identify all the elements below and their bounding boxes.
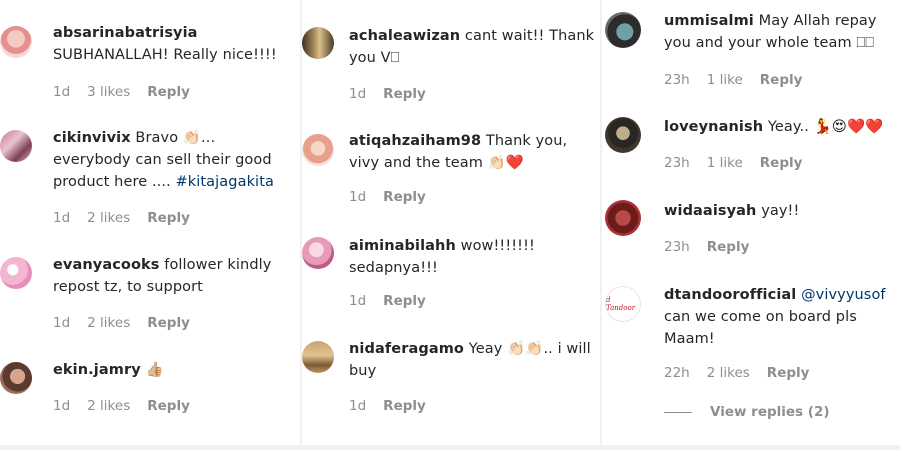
comment-username[interactable]: atiqahzaiham98 <box>349 133 481 149</box>
comment-likes[interactable]: 2 likes <box>87 315 130 331</box>
avatar[interactable] <box>605 12 641 48</box>
comment-likes[interactable]: 2 likes <box>707 365 750 381</box>
comment-meta: 22h 2 likes Reply <box>664 365 826 381</box>
avatar[interactable] <box>302 341 334 373</box>
reply-button[interactable]: Reply <box>147 398 190 414</box>
divider-line <box>664 411 692 413</box>
avatar[interactable] <box>302 27 334 59</box>
reply-button[interactable]: Reply <box>147 315 190 331</box>
view-replies-button[interactable]: View replies (2) <box>664 404 830 420</box>
comment-text: atiqahzaiham98 Thank you, vivy and the t… <box>349 130 598 174</box>
comment-age: 22h <box>664 365 690 381</box>
comment-likes[interactable]: 3 likes <box>87 84 130 100</box>
avatar[interactable] <box>605 117 641 153</box>
comment-text: absarinabatrisyia SUBHANALLAH! Really ni… <box>53 22 298 66</box>
reply-button[interactable]: Reply <box>383 398 426 414</box>
comment-meta: 23h 1 like Reply <box>664 155 819 171</box>
comment-text: achaleawizan cant wait!! Thank you V⎕ <box>349 25 598 69</box>
reply-button[interactable]: Reply <box>767 365 810 381</box>
comment-meta: 1d 2 likes Reply <box>53 315 207 331</box>
comment-meta: 1d 2 likes Reply <box>53 210 207 226</box>
avatar[interactable] <box>0 130 32 162</box>
comment-username[interactable]: dtandoorofficial <box>664 287 796 303</box>
reply-button[interactable]: Reply <box>760 72 803 88</box>
comment-text: dtandoorofficial @vivyyusof can we come … <box>664 284 898 350</box>
comment-age: 23h <box>664 239 690 255</box>
comment-meta: 1d Reply <box>349 293 443 309</box>
comment-age: 1d <box>349 293 367 309</box>
view-replies-label[interactable]: View replies (2) <box>710 404 830 420</box>
comment-body: can we come on board pls Maam! <box>664 309 857 347</box>
comment-username[interactable]: widaaisyah <box>664 203 756 219</box>
comment-username[interactable]: aiminabilahh <box>349 238 456 254</box>
avatar[interactable] <box>0 362 32 394</box>
comment-age: 23h <box>664 155 690 171</box>
avatar[interactable] <box>302 237 334 269</box>
avatar[interactable] <box>605 200 641 236</box>
hashtag-link[interactable]: #kitajagakita <box>176 174 274 190</box>
comment-body: SUBHANALLAH! Really nice!!!! <box>53 47 277 63</box>
comment-username[interactable]: evanyacooks <box>53 257 160 273</box>
comment-meta: 1d 3 likes Reply <box>53 84 207 100</box>
comment-age: 1d <box>53 315 71 331</box>
comment-meta: 23h 1 like Reply <box>664 72 819 88</box>
comment-text: nidaferagamo Yeay 👏🏻👏🏻.. i will buy <box>349 338 598 382</box>
mention-link[interactable]: @vivyyusof <box>801 287 886 303</box>
comment-age: 1d <box>53 84 71 100</box>
comment-username[interactable]: ekin.jamry <box>53 362 141 378</box>
comment-text: evanyacooks follower kindly repost tz, t… <box>53 254 298 298</box>
reply-button[interactable]: Reply <box>147 84 190 100</box>
comment-likes[interactable]: 2 likes <box>87 210 130 226</box>
comment-likes[interactable]: 1 like <box>707 72 743 88</box>
comment-text: loveynanish Yeay.. 💃😍❤️❤️ <box>664 116 898 138</box>
reply-button[interactable]: Reply <box>147 210 190 226</box>
comments-column-2: achaleawizan cant wait!! Thank you V⎕ 1d… <box>302 0 600 445</box>
comment-text: cikinvivix Bravo 👏🏻... everybody can sel… <box>53 127 298 193</box>
comment-username[interactable]: loveynanish <box>664 119 763 135</box>
reply-button[interactable]: Reply <box>383 189 426 205</box>
reply-button[interactable]: Reply <box>383 86 426 102</box>
avatar[interactable] <box>0 257 32 289</box>
avatar-logo-text: d Tandoor <box>606 296 636 312</box>
avatar[interactable] <box>302 134 334 166</box>
comment-text: widaaisyah yay!! <box>664 200 898 222</box>
comment-username[interactable]: cikinvivix <box>53 130 131 146</box>
reply-button[interactable]: Reply <box>707 239 750 255</box>
comment-meta: 1d Reply <box>349 398 443 414</box>
comment-username[interactable]: nidaferagamo <box>349 341 464 357</box>
comment-text: aiminabilahh wow!!!!!!! sedapnya!!! <box>349 235 598 279</box>
comment-age: 1d <box>349 398 367 414</box>
comment-age: 1d <box>53 398 71 414</box>
comments-column-3: ummisalmi May Allah repay you and your w… <box>602 0 900 445</box>
comment-age: 23h <box>664 72 690 88</box>
comment-age: 1d <box>349 86 367 102</box>
comment-meta: 1d Reply <box>349 86 443 102</box>
comment-body: yay!! <box>761 203 800 219</box>
comment-body: 👍🏼 <box>145 362 164 378</box>
reply-button[interactable]: Reply <box>760 155 803 171</box>
comment-username[interactable]: achaleawizan <box>349 28 460 44</box>
comment-text: ummisalmi May Allah repay you and your w… <box>664 10 898 54</box>
comment-age: 1d <box>53 210 71 226</box>
comment-meta: 23h Reply <box>664 239 766 255</box>
comments-column-1: absarinabatrisyia SUBHANALLAH! Really ni… <box>0 0 300 445</box>
comment-likes[interactable]: 1 like <box>707 155 743 171</box>
comment-text: ekin.jamry 👍🏼 <box>53 359 298 381</box>
comment-likes[interactable]: 2 likes <box>87 398 130 414</box>
comment-meta: 1d Reply <box>349 189 443 205</box>
comment-body: Yeay.. 💃😍❤️❤️ <box>767 119 884 135</box>
dtandoor-logo-icon[interactable]: d Tandoor <box>605 286 641 322</box>
comment-meta: 1d 2 likes Reply <box>53 398 207 414</box>
comment-username[interactable]: absarinabatrisyia <box>53 25 198 41</box>
comment-username[interactable]: ummisalmi <box>664 13 754 29</box>
reply-button[interactable]: Reply <box>383 293 426 309</box>
avatar[interactable] <box>0 26 32 58</box>
comment-age: 1d <box>349 189 367 205</box>
